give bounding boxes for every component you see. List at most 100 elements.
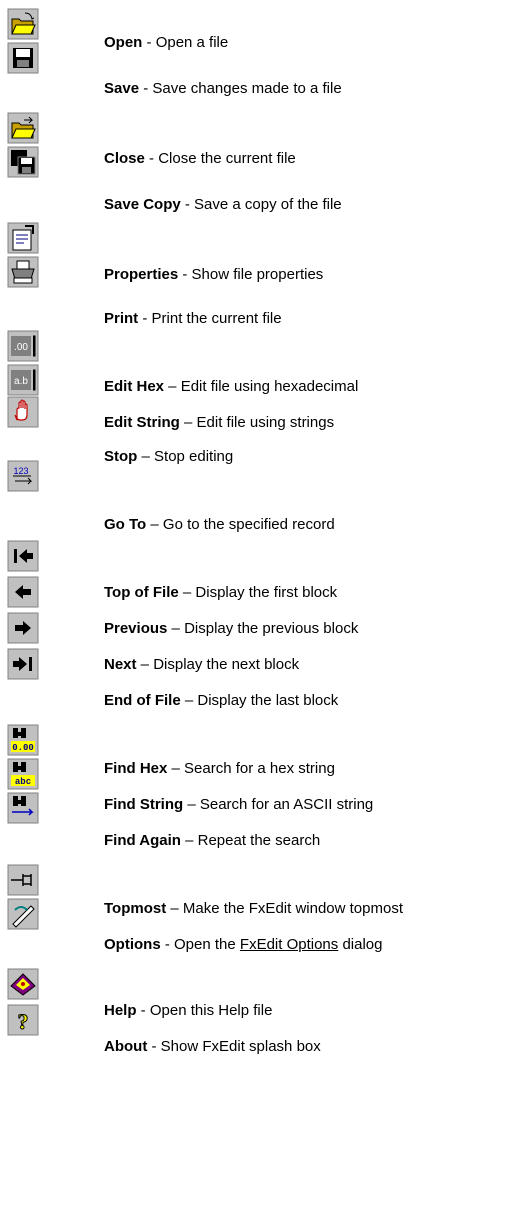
item-name: Close — [104, 150, 145, 167]
save-copy-icon[interactable] — [7, 146, 39, 178]
item-name: Stop — [104, 448, 138, 465]
find-again-row: Find Again – Repeat the search — [104, 832, 320, 850]
item-separator: - — [144, 150, 159, 167]
item-description: Open the — [174, 936, 240, 953]
item-separator: – — [178, 584, 196, 601]
item-description: Stop editing — [154, 448, 234, 465]
find-string-row: Find String – Search for an ASCII string — [104, 796, 373, 814]
item-name: Topmost — [104, 900, 167, 917]
item-separator: - — [160, 936, 175, 953]
about-question-icon[interactable]: ? — [7, 1004, 39, 1036]
item-separator: – — [146, 516, 163, 533]
previous-block-icon[interactable] — [7, 576, 39, 608]
find-again-icon[interactable] — [7, 792, 39, 824]
item-description: Go to the specified record — [162, 516, 335, 533]
next-row: Next – Display the next block — [104, 656, 299, 674]
find-hex-row: Find Hex – Search for a hex string — [104, 760, 335, 778]
next-block-icon[interactable] — [7, 612, 39, 644]
floppy-disk-icon[interactable] — [7, 42, 39, 74]
item-name: Options — [104, 936, 161, 953]
item-description: Display the first block — [195, 584, 338, 601]
close-folder-icon[interactable] — [7, 112, 39, 144]
goto-record-icon[interactable]: 123 — [7, 460, 39, 492]
edit-hex-row: Edit Hex – Edit file using hexadecimal — [104, 378, 358, 396]
item-separator: - — [136, 1002, 150, 1019]
item-description: Search for a hex string — [184, 760, 335, 777]
stop-hand-icon[interactable] — [7, 396, 39, 428]
item-name: Previous — [104, 620, 168, 637]
go-to-row: Go To – Go to the specified record — [104, 516, 335, 534]
topmost-row: Topmost – Make the FxEdit window topmost — [104, 900, 403, 918]
item-separator: – — [179, 414, 197, 431]
edit-hex-glyph: .00 — [14, 342, 28, 353]
edit-hex-icon[interactable]: .00 — [7, 330, 39, 362]
item-separator: – — [167, 620, 185, 637]
item-name: Properties — [104, 266, 179, 283]
print-row: Print - Print the current file — [104, 310, 282, 328]
svg-text:?: ? — [18, 1009, 29, 1034]
find-hex-glyph: 0.00 — [12, 743, 34, 753]
item-name: Edit Hex — [104, 378, 165, 395]
item-name: Next — [104, 656, 137, 673]
item-description: Close the current file — [158, 150, 296, 167]
top-of-file-row: Top of File – Display the first block — [104, 584, 337, 602]
item-description: Open a file — [155, 34, 229, 51]
item-name: Save — [104, 80, 140, 97]
item-separator: – — [180, 692, 198, 709]
item-description: Display the last block — [197, 692, 339, 709]
item-description: Display the previous block — [184, 620, 359, 637]
item-separator: - — [180, 196, 195, 213]
item-description: Save a copy of the file — [194, 196, 342, 213]
item-separator: – — [137, 448, 155, 465]
item-separator: – — [166, 900, 183, 917]
item-description: Save changes made to a file — [152, 80, 342, 97]
item-description: Repeat the search — [197, 832, 321, 849]
item-name: Find Hex — [104, 760, 168, 777]
item-separator: - — [142, 34, 156, 51]
stop-row: Stop – Stop editing — [104, 448, 233, 466]
item-name: Save Copy — [104, 196, 181, 213]
item-separator: - — [138, 310, 152, 327]
options-icon[interactable] — [7, 898, 39, 930]
item-description: Search for an ASCII string — [199, 796, 374, 813]
item-name: Find String — [104, 796, 184, 813]
item-separator: – — [164, 378, 181, 395]
printer-icon[interactable] — [7, 256, 39, 288]
edit-string-icon[interactable]: a.b — [7, 364, 39, 396]
first-block-icon[interactable] — [7, 540, 39, 572]
item-name: End of File — [104, 692, 181, 709]
goto-glyph: 123 — [13, 466, 28, 476]
properties-row: Properties - Show file properties — [104, 266, 323, 284]
find-hex-icon[interactable]: 0.00 — [7, 724, 39, 756]
edit-string-glyph: a.b — [14, 376, 28, 387]
help-book-icon[interactable] — [7, 968, 39, 1000]
item-separator: – — [180, 832, 198, 849]
edit-string-row: Edit String – Edit file using strings — [104, 414, 334, 432]
open-folder-icon[interactable] — [7, 8, 39, 40]
help-row: Help - Open this Help file — [104, 1002, 272, 1020]
item-name: About — [104, 1038, 148, 1055]
item-separator: – — [167, 760, 185, 777]
item-description: Show file properties — [191, 266, 324, 283]
item-separator: - — [178, 266, 192, 283]
find-string-icon[interactable]: abc — [7, 758, 39, 790]
item-name: Go To — [104, 516, 147, 533]
item-name: Help — [104, 1002, 137, 1019]
item-description: Edit file using hexadecimal — [180, 378, 359, 395]
properties-icon[interactable] — [7, 222, 39, 254]
previous-row: Previous – Display the previous block — [104, 620, 358, 638]
about-row: About - Show FxEdit splash box — [104, 1038, 321, 1056]
item-name: Print — [104, 310, 139, 327]
item-description: Show FxEdit splash box — [160, 1038, 321, 1055]
save-copy-row: Save Copy - Save a copy of the file — [104, 196, 342, 214]
item-description: Print the current file — [151, 310, 282, 327]
fxedit-options-link[interactable]: FxEdit Options — [240, 936, 338, 953]
last-block-icon[interactable] — [7, 648, 39, 680]
item-description: Edit file using strings — [196, 414, 335, 431]
item-name: Edit String — [104, 414, 180, 431]
pin-topmost-icon[interactable] — [7, 864, 39, 896]
item-description: Make the FxEdit window topmost — [182, 900, 403, 917]
item-separator: – — [136, 656, 154, 673]
item-name: Find Again — [104, 832, 181, 849]
item-separator: - — [139, 80, 153, 97]
